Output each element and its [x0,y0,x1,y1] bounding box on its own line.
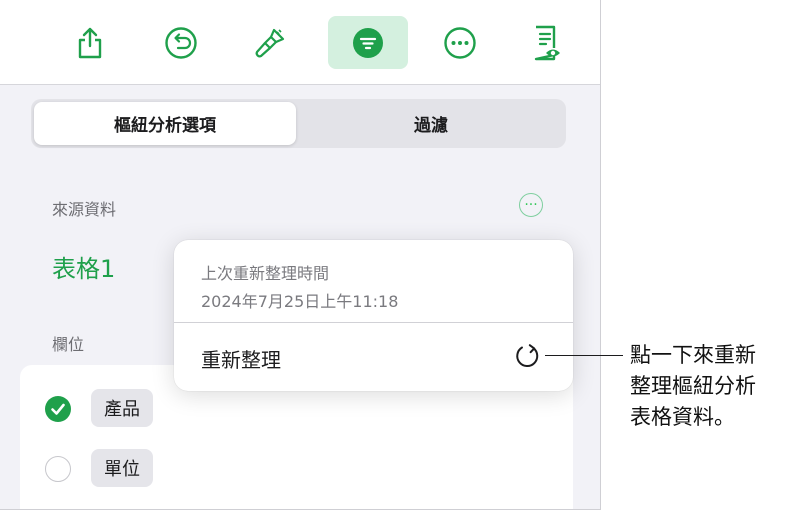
source-more-button[interactable]: ··· [519,193,543,217]
undo-button[interactable] [141,16,221,69]
segmented-control: 樞紐分析選項 過濾 [31,99,566,148]
callout-line [545,355,623,356]
source-table-name[interactable]: 表格1 [52,249,115,284]
organize-panel: 樞紐分析選項 過濾 來源資料 ··· 表格1 欄位 產品 單位 上次重新整理時間… [0,0,601,510]
document-view-icon [534,25,560,60]
refresh-button[interactable]: 重新整理 [201,344,281,373]
share-icon [78,27,102,58]
view-options-button[interactable] [507,16,587,69]
callout-line-1: 點一下來重新 [630,343,756,367]
last-refresh-label: 上次重新整理時間 [201,264,330,283]
field-row[interactable]: 單位 [20,443,573,493]
paintbrush-icon [255,28,285,57]
checkbox-checked[interactable] [45,396,71,422]
fields-label: 欄位 [52,335,85,354]
callout-line-2: 整理樞紐分析 [630,374,756,398]
share-button[interactable] [50,16,130,69]
callout-line-3: 表格資料。 [630,405,735,429]
undo-icon [165,26,197,59]
tab-filter[interactable]: 過濾 [299,102,563,145]
source-data-label: 來源資料 [52,200,117,219]
tab-pivot-options[interactable]: 樞紐分析選項 [34,102,296,145]
filter-icon [353,27,383,58]
checkmark-icon [51,403,65,415]
toolbar [0,0,600,85]
callout-text: 點一下來重新 整理樞紐分析 表格資料。 [630,340,805,433]
last-refresh-time: 2024年7月25日上午11:18 [201,292,399,311]
ellipsis-icon [444,26,476,59]
divider [174,322,573,323]
more-button[interactable] [420,16,500,69]
organize-button[interactable] [328,16,408,69]
ellipsis-icon: ··· [524,197,538,213]
checkbox-unchecked[interactable] [45,456,71,482]
refresh-popover: 上次重新整理時間 2024年7月25日上午11:18 重新整理 [174,240,573,391]
refresh-icon[interactable] [514,342,542,374]
field-chip[interactable]: 產品 [91,389,153,427]
format-button[interactable] [230,16,310,69]
field-chip[interactable]: 單位 [91,449,153,487]
